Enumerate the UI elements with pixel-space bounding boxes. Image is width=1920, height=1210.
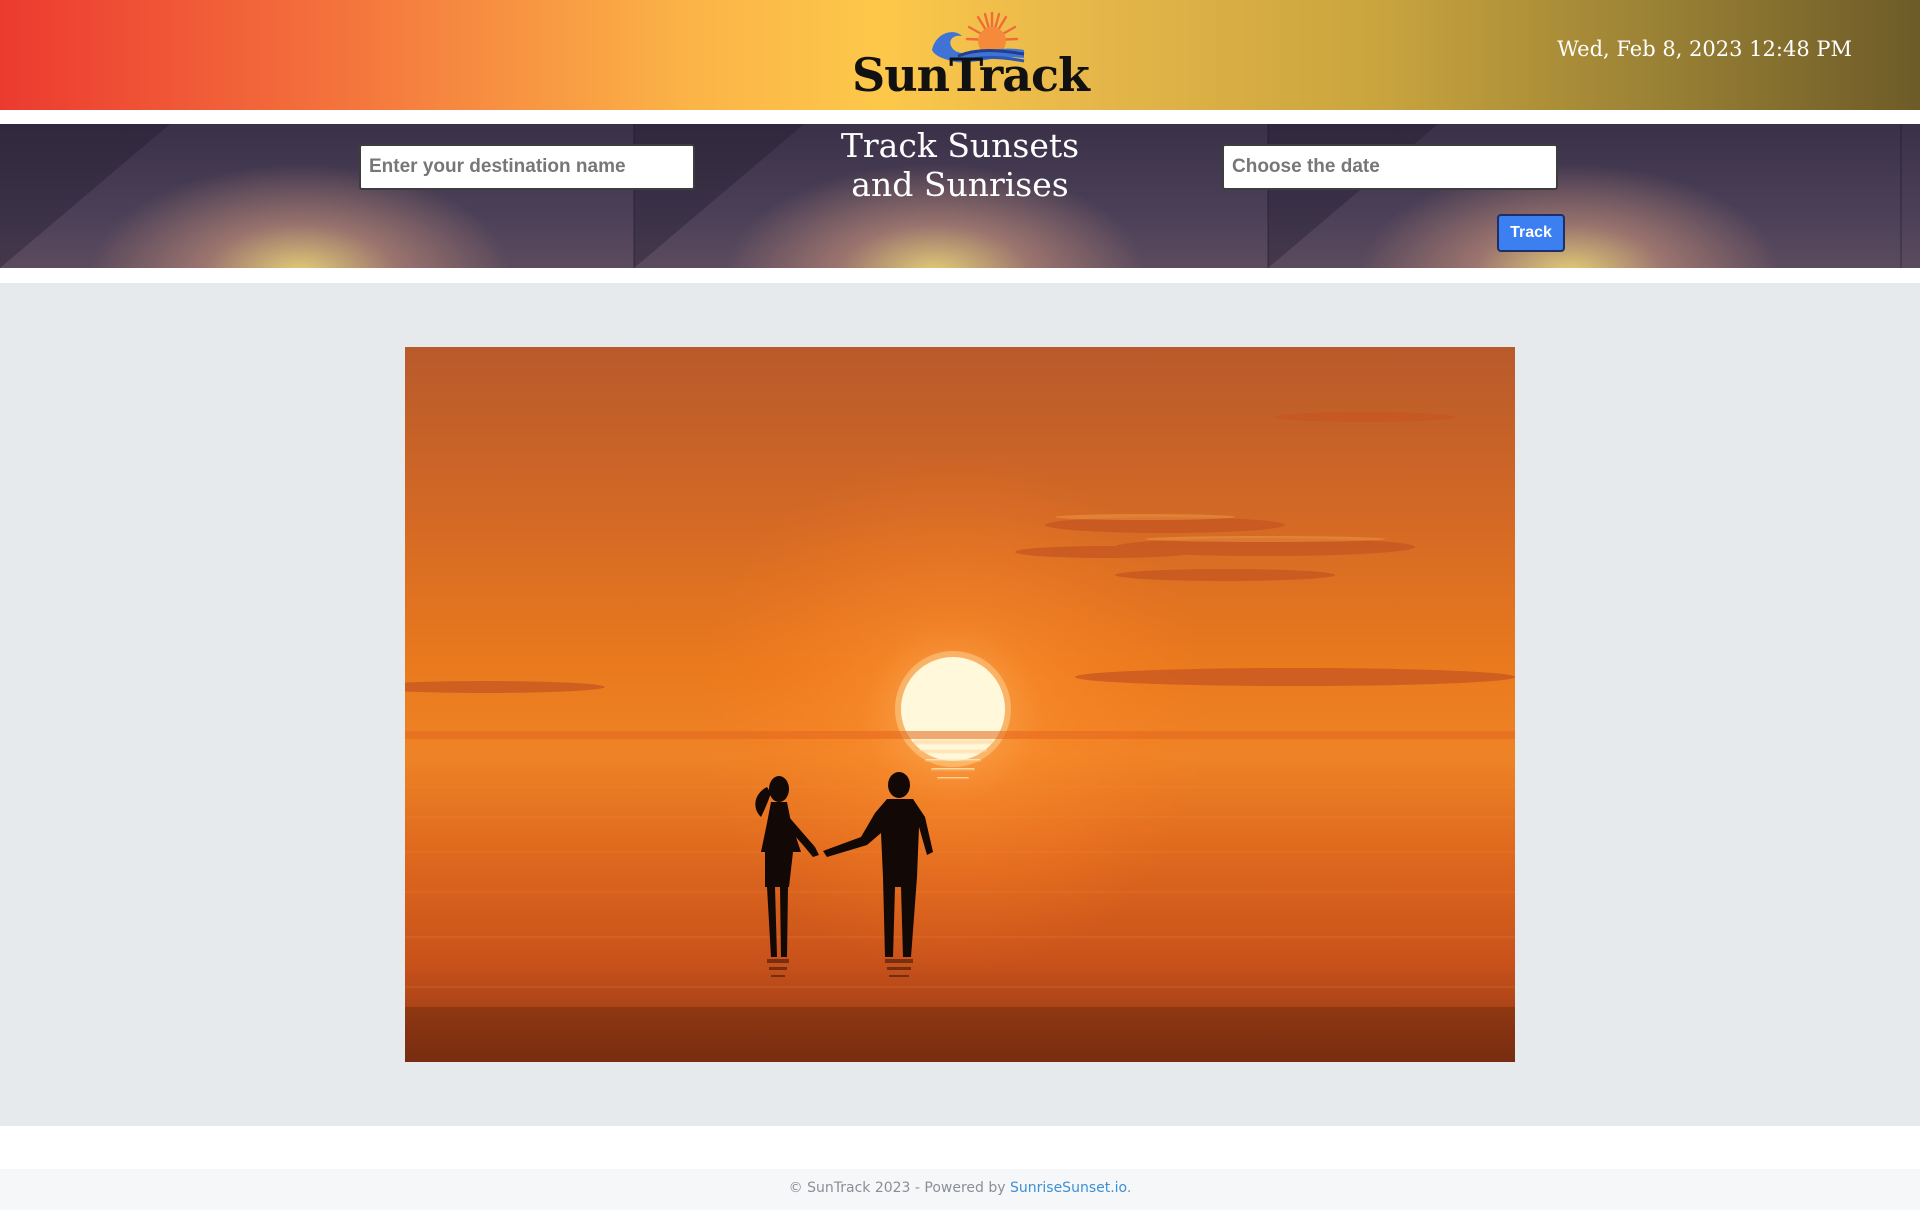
search-title: Track Sunsets and Sunrises <box>840 126 1080 204</box>
search-band: Track Sunsets and Sunrises Track <box>0 124 1920 268</box>
band-divider <box>1900 124 1902 268</box>
logo[interactable]: SunTrack <box>852 10 1090 102</box>
logo-text: SunTrack <box>852 48 1090 102</box>
site-footer: © SunTrack 2023 - Powered by SunriseSuns… <box>0 1169 1920 1210</box>
date-input[interactable] <box>1222 144 1558 190</box>
band-decoration <box>0 124 170 268</box>
destination-input[interactable] <box>359 144 695 190</box>
sunset-hero-image <box>405 347 1515 1062</box>
current-datetime: Wed, Feb 8, 2023 12:48 PM <box>1557 37 1852 61</box>
copyright-text: © SunTrack 2023 - Powered by <box>788 1180 1010 1196</box>
sunrisesunset-link[interactable]: SunriseSunset.io <box>1010 1180 1127 1196</box>
sunset-photo <box>405 347 1515 1062</box>
footer-period: . <box>1126 1180 1132 1196</box>
site-header: SunTrack Wed, Feb 8, 2023 12:48 PM <box>0 0 1920 110</box>
main-content <box>0 283 1920 1126</box>
track-button[interactable]: Track <box>1497 214 1565 252</box>
